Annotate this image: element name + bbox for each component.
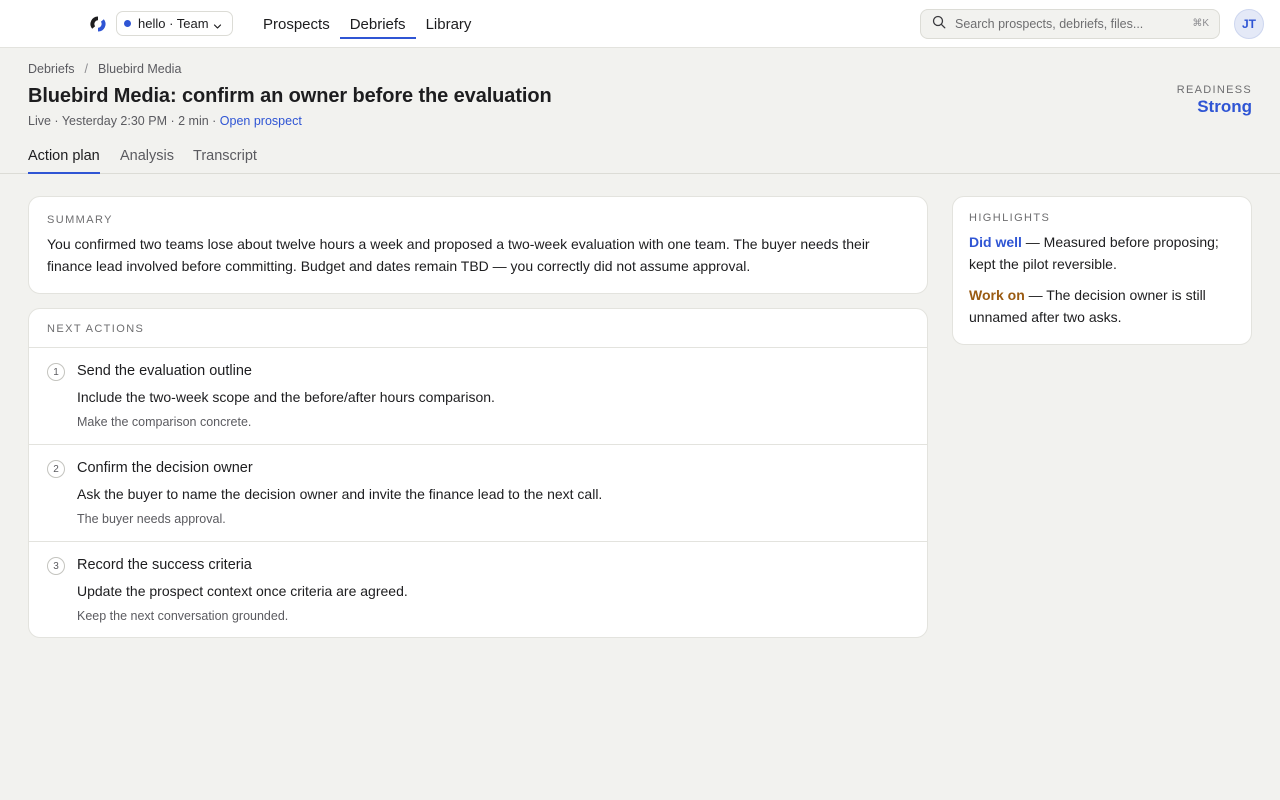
summary-card: SUMMARY You confirmed two teams lose abo… (28, 196, 928, 294)
action-number: 1 (47, 363, 65, 381)
readiness-label: READINESS (1176, 84, 1252, 96)
action-note: The buyer needs approval. (77, 512, 226, 526)
nav-prospects[interactable]: Prospects (253, 0, 340, 48)
highlight-did-well: Did well — Measured before proposing; ke… (969, 231, 1235, 275)
action-number: 3 (47, 557, 65, 575)
summary-text: You confirmed two teams lose about twelv… (47, 236, 870, 274)
meta-separator: · (50, 114, 62, 128)
action-note: Make the comparison concrete. (77, 415, 252, 429)
breadcrumb-current: Bluebird Media (98, 62, 182, 76)
meta-duration: 2 min (178, 114, 209, 128)
search-icon (932, 15, 946, 34)
nav-debriefs[interactable]: Debriefs (339, 0, 416, 48)
tab-analysis[interactable]: Analysis (120, 138, 174, 173)
readiness-value: Strong (1197, 97, 1252, 116)
breadcrumb: Debriefs / Bluebird Media (28, 62, 181, 76)
nav-library[interactable]: Library (416, 0, 482, 48)
workspace-status-dot (124, 20, 131, 27)
workspace-switcher[interactable]: hello · Team (116, 11, 233, 36)
next-actions-card: NEXT ACTIONS 1 Send the evaluation outli… (28, 308, 928, 638)
highlights-card: HIGHLIGHTS Did well — Measured before pr… (952, 196, 1252, 345)
action-title: Confirm the decision owner (77, 460, 253, 476)
open-prospect-link[interactable]: Open prospect (220, 114, 302, 128)
tab-transcript[interactable]: Transcript (193, 138, 257, 173)
meta-time: Yesterday 2:30 PM (61, 114, 167, 128)
meta-separator: · (208, 114, 220, 128)
meta-separator: · (167, 114, 179, 128)
action-title: Record the success criteria (77, 557, 252, 573)
action-item[interactable]: 3 Record the success criteria Update the… (29, 541, 927, 637)
debrief-tabs: Action plan Analysis Transcript (0, 138, 1280, 174)
did-well-label: Did well (969, 234, 1022, 250)
chevron-down-icon (213, 19, 222, 29)
top-nav: Prospects Debriefs Library (253, 0, 481, 48)
debrief-meta: Live · Yesterday 2:30 PM · 2 min · Open … (28, 114, 302, 128)
user-avatar[interactable]: JT (1234, 9, 1264, 39)
page-title: Bluebird Media: confirm an owner before … (28, 85, 552, 107)
workspace-label: hello · Team (138, 16, 209, 31)
action-description: Update the prospect context once criteri… (77, 583, 408, 599)
action-item[interactable]: 2 Confirm the decision owner Ask the buy… (29, 444, 927, 541)
search-shortcut-hint: ⌘K (1192, 18, 1209, 29)
action-note: Keep the next conversation grounded. (77, 609, 289, 623)
action-title: Send the evaluation outline (77, 363, 252, 379)
highlights-heading: HIGHLIGHTS (969, 212, 1051, 224)
highlight-work-on: Work on — The decision owner is still un… (969, 284, 1235, 328)
next-actions-heading: NEXT ACTIONS (47, 323, 145, 335)
readiness-indicator: READINESS Strong (1177, 84, 1252, 117)
top-bar: hello · Team Prospects Debriefs Library … (0, 0, 1280, 48)
action-description: Include the two-week scope and the befor… (77, 389, 495, 405)
brand-logo-icon[interactable] (89, 15, 107, 33)
search-input[interactable] (955, 17, 1180, 31)
action-number: 2 (47, 460, 65, 478)
action-description: Ask the buyer to name the decision owner… (77, 486, 603, 502)
breadcrumb-debriefs[interactable]: Debriefs (28, 62, 75, 76)
work-on-label: Work on (969, 287, 1025, 303)
action-item[interactable]: 1 Send the evaluation outline Include th… (29, 347, 927, 444)
tab-action-plan[interactable]: Action plan (28, 138, 100, 174)
summary-heading: SUMMARY (47, 214, 113, 226)
breadcrumb-separator: / (84, 62, 89, 76)
meta-status: Live (28, 114, 51, 128)
global-search[interactable]: ⌘K (920, 9, 1220, 39)
